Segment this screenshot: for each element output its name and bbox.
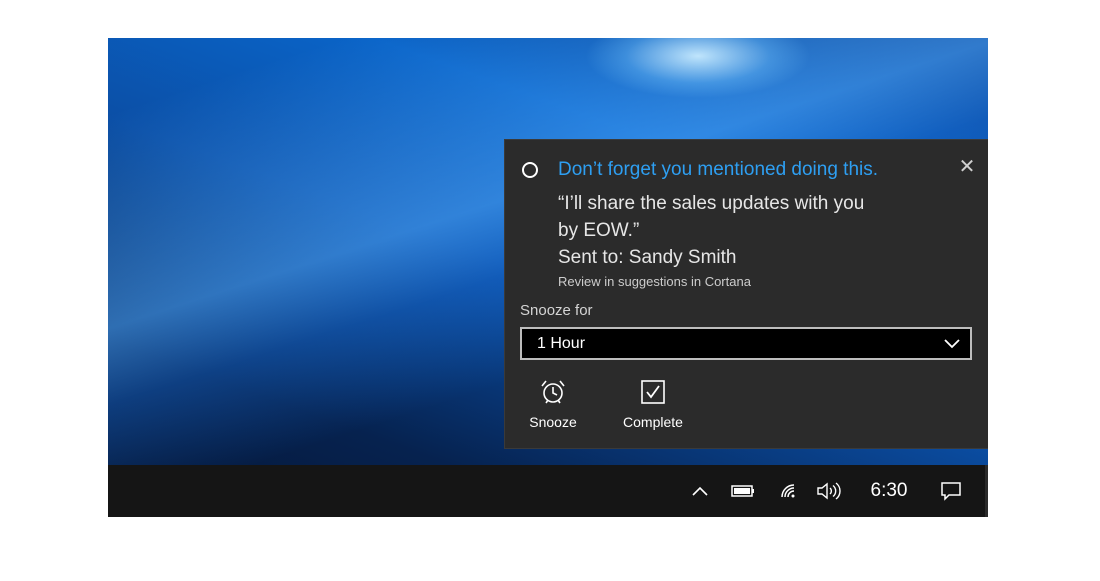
snooze-for-label: Snooze for bbox=[520, 302, 593, 319]
snooze-button-label: Snooze bbox=[529, 414, 577, 430]
volume-icon[interactable] bbox=[814, 465, 844, 517]
action-center-icon[interactable] bbox=[936, 465, 966, 517]
snooze-button[interactable]: Snooze bbox=[513, 378, 593, 438]
snooze-duration-value: 1 Hour bbox=[537, 335, 586, 352]
sent-to-text: Sent to: Sandy Smith bbox=[558, 247, 737, 268]
chevron-up-icon[interactable] bbox=[688, 465, 712, 517]
chevron-down-icon bbox=[944, 339, 960, 349]
taskbar: 6:30 bbox=[108, 465, 988, 517]
notification-quote: “I’ll share the sales updates with you b… bbox=[558, 193, 865, 241]
complete-button[interactable]: Complete bbox=[613, 378, 693, 438]
complete-button-label: Complete bbox=[623, 414, 683, 430]
show-desktop-button[interactable] bbox=[985, 465, 988, 517]
close-icon[interactable]: ✕ bbox=[957, 157, 977, 177]
status-circle-icon bbox=[522, 162, 538, 178]
alarm-clock-icon bbox=[541, 380, 565, 404]
notification-title: Don’t forget you mentioned doing this. bbox=[558, 159, 879, 180]
review-link[interactable]: Review in suggestions in Cortana bbox=[558, 274, 751, 289]
clock[interactable]: 6:30 bbox=[866, 465, 912, 517]
battery-icon[interactable] bbox=[728, 465, 758, 517]
snooze-duration-select[interactable]: 1 Hour bbox=[520, 327, 972, 360]
checkbox-icon bbox=[641, 380, 665, 404]
cortana-reminder-toast[interactable]: Don’t forget you mentioned doing this. ✕… bbox=[504, 139, 988, 449]
desktop-screen: Don’t forget you mentioned doing this. ✕… bbox=[108, 38, 988, 517]
wifi-icon[interactable] bbox=[776, 465, 802, 517]
